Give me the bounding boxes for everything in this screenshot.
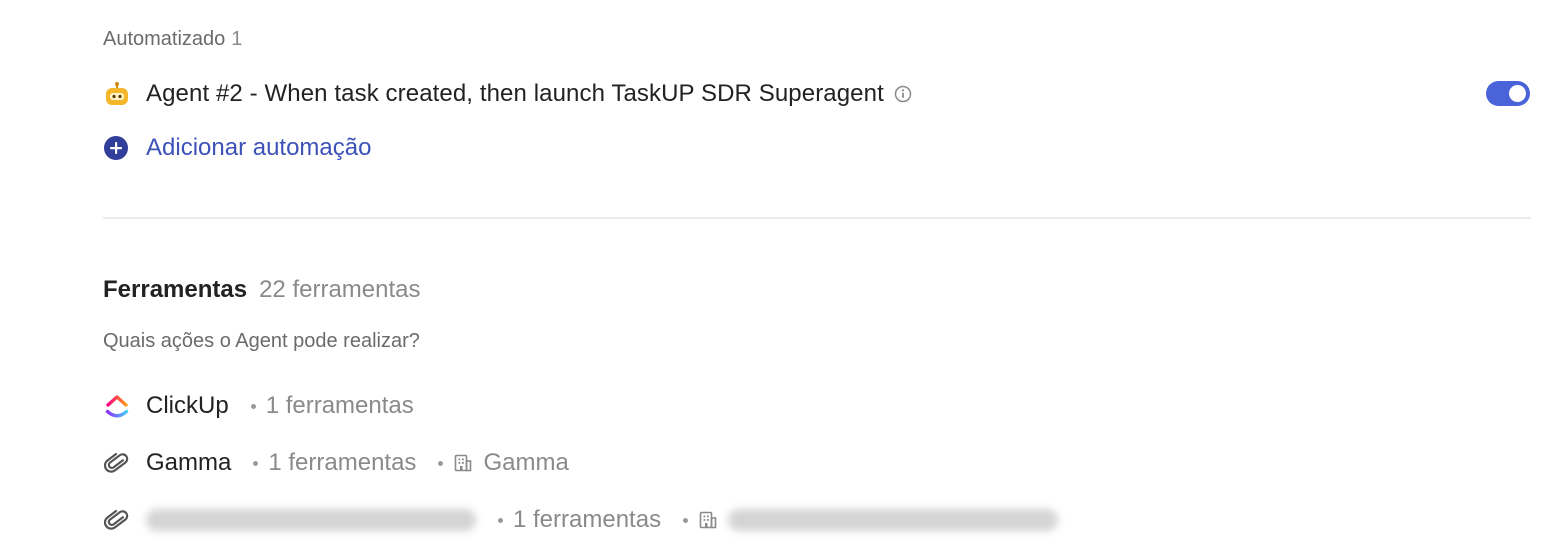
tool-count: 1 ferramentas <box>513 506 662 533</box>
tools-section-header: Ferramentas 22 ferramentas <box>103 276 421 304</box>
automation-row[interactable]: Agent #2 - When task created, then launc… <box>103 74 1530 114</box>
add-automation-button[interactable]: Adicionar automação <box>103 128 371 168</box>
tool-count: 1 ferramentas <box>268 449 417 476</box>
tool-workspace: Gamma <box>483 449 569 476</box>
redacted-workspace <box>728 509 1059 531</box>
tools-subtitle: Quais ações o Agent pode realizar? <box>103 330 420 352</box>
automation-section-label: Automatizado <box>103 28 226 50</box>
tool-meta: 1 ferramentas <box>229 392 414 420</box>
automation-section-header: Automatizado 1 <box>103 28 242 51</box>
tool-count: 1 ferramentas <box>265 392 414 419</box>
separator-dot <box>683 517 689 523</box>
plus-circle-icon <box>103 135 129 161</box>
robot-icon <box>103 81 130 108</box>
tool-name: Gamma <box>146 449 232 476</box>
clickup-logo-icon <box>103 392 131 420</box>
automation-name[interactable]: Agent #2 - When task created, then launc… <box>146 80 884 108</box>
building-icon <box>698 510 718 530</box>
tool-meta: 1 ferramentas <box>476 506 1059 534</box>
separator-dot <box>438 460 444 466</box>
tool-item-clickup[interactable]: ClickUp 1 ferramentas <box>103 386 414 426</box>
separator-dot <box>253 460 259 466</box>
tool-name: ClickUp <box>146 392 229 419</box>
building-icon <box>453 453 473 473</box>
section-divider <box>103 217 1531 219</box>
paperclip-icon <box>103 506 131 534</box>
paperclip-icon <box>103 449 131 477</box>
redacted-tool-name <box>146 509 476 531</box>
toggle-knob <box>1509 85 1526 102</box>
tool-item-gamma[interactable]: Gamma 1 ferramentas Gamma <box>103 443 569 483</box>
info-icon[interactable] <box>894 85 912 103</box>
tool-item-redacted[interactable]: 1 ferramentas <box>103 500 1059 540</box>
separator-dot <box>498 517 503 523</box>
tool-meta: 1 ferramentas Gamma <box>231 449 569 477</box>
automation-section-count: 1 <box>231 28 243 50</box>
add-automation-label: Adicionar automação <box>146 134 372 161</box>
tools-title: Ferramentas <box>103 276 248 303</box>
automation-enabled-toggle[interactable] <box>1486 81 1530 106</box>
separator-dot <box>250 403 256 409</box>
tools-count: 22 ferramentas <box>259 276 421 303</box>
